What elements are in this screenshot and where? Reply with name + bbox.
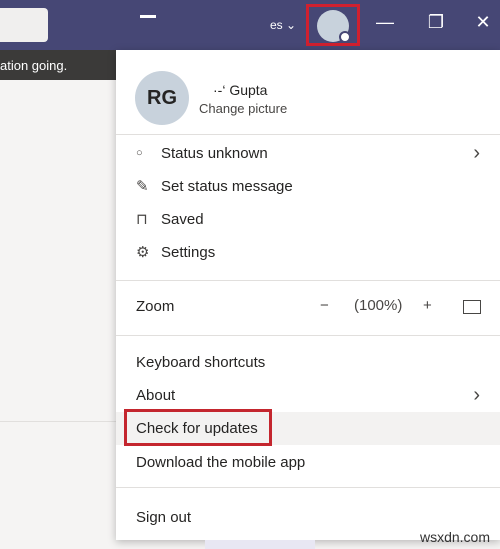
menu-item-set-status[interactable]: ✎ Set status message	[116, 170, 500, 203]
profile-menu: RG ·‐‘ Gupta Change picture ○ Status unkn…	[116, 50, 500, 540]
status-dot-icon	[339, 31, 351, 43]
status-circle-icon: ○	[136, 147, 143, 159]
menu-item-about[interactable]: About ›	[116, 379, 500, 412]
chevron-right-icon: ›	[473, 142, 480, 164]
change-picture-link[interactable]: Change picture	[199, 101, 287, 116]
menu-item-status[interactable]: ○ Status unknown ›	[116, 137, 500, 170]
org-switcher[interactable]: es ⌄	[270, 18, 296, 32]
drag-handle	[140, 15, 156, 18]
divider	[116, 335, 500, 336]
bookmark-icon: ⊓	[136, 211, 148, 228]
menu-item-check-updates[interactable]: Check for updates	[116, 409, 500, 446]
menu-item-keyboard-shortcuts[interactable]: Keyboard shortcuts	[116, 346, 500, 379]
message-timestamp	[205, 540, 315, 549]
fit-screen-icon[interactable]	[463, 300, 481, 314]
profile-avatar-button[interactable]	[306, 4, 360, 46]
divider	[116, 487, 500, 488]
menu-item-download-mobile[interactable]: Download the mobile app	[116, 446, 500, 479]
search-input[interactable]	[0, 8, 48, 42]
title-bar: es ⌄ — ❐ ✕	[0, 0, 500, 50]
profile-name: ·‐‘ Gupta	[213, 82, 268, 98]
profile-avatar[interactable]: RG	[135, 71, 189, 125]
divider	[116, 134, 500, 135]
gear-icon: ⚙	[136, 244, 150, 261]
zoom-in-button[interactable]: +	[423, 297, 432, 314]
minimize-button[interactable]: —	[372, 12, 398, 33]
chevron-right-icon: ›	[473, 384, 480, 406]
menu-item-saved[interactable]: ⊓ Saved	[116, 203, 500, 236]
notification-banner: ation going.	[0, 50, 118, 80]
edit-icon: ✎	[136, 178, 149, 195]
zoom-row: Zoom − (100%) +	[116, 290, 500, 323]
maximize-button[interactable]: ❐	[423, 12, 449, 33]
menu-item-settings[interactable]: ⚙ Settings	[116, 236, 500, 269]
zoom-out-button[interactable]: −	[320, 297, 329, 314]
divider	[0, 421, 118, 422]
zoom-level: (100%)	[354, 297, 403, 314]
watermark: wsxdn.com	[419, 529, 490, 545]
divider	[116, 280, 500, 281]
close-button[interactable]: ✕	[470, 12, 496, 33]
